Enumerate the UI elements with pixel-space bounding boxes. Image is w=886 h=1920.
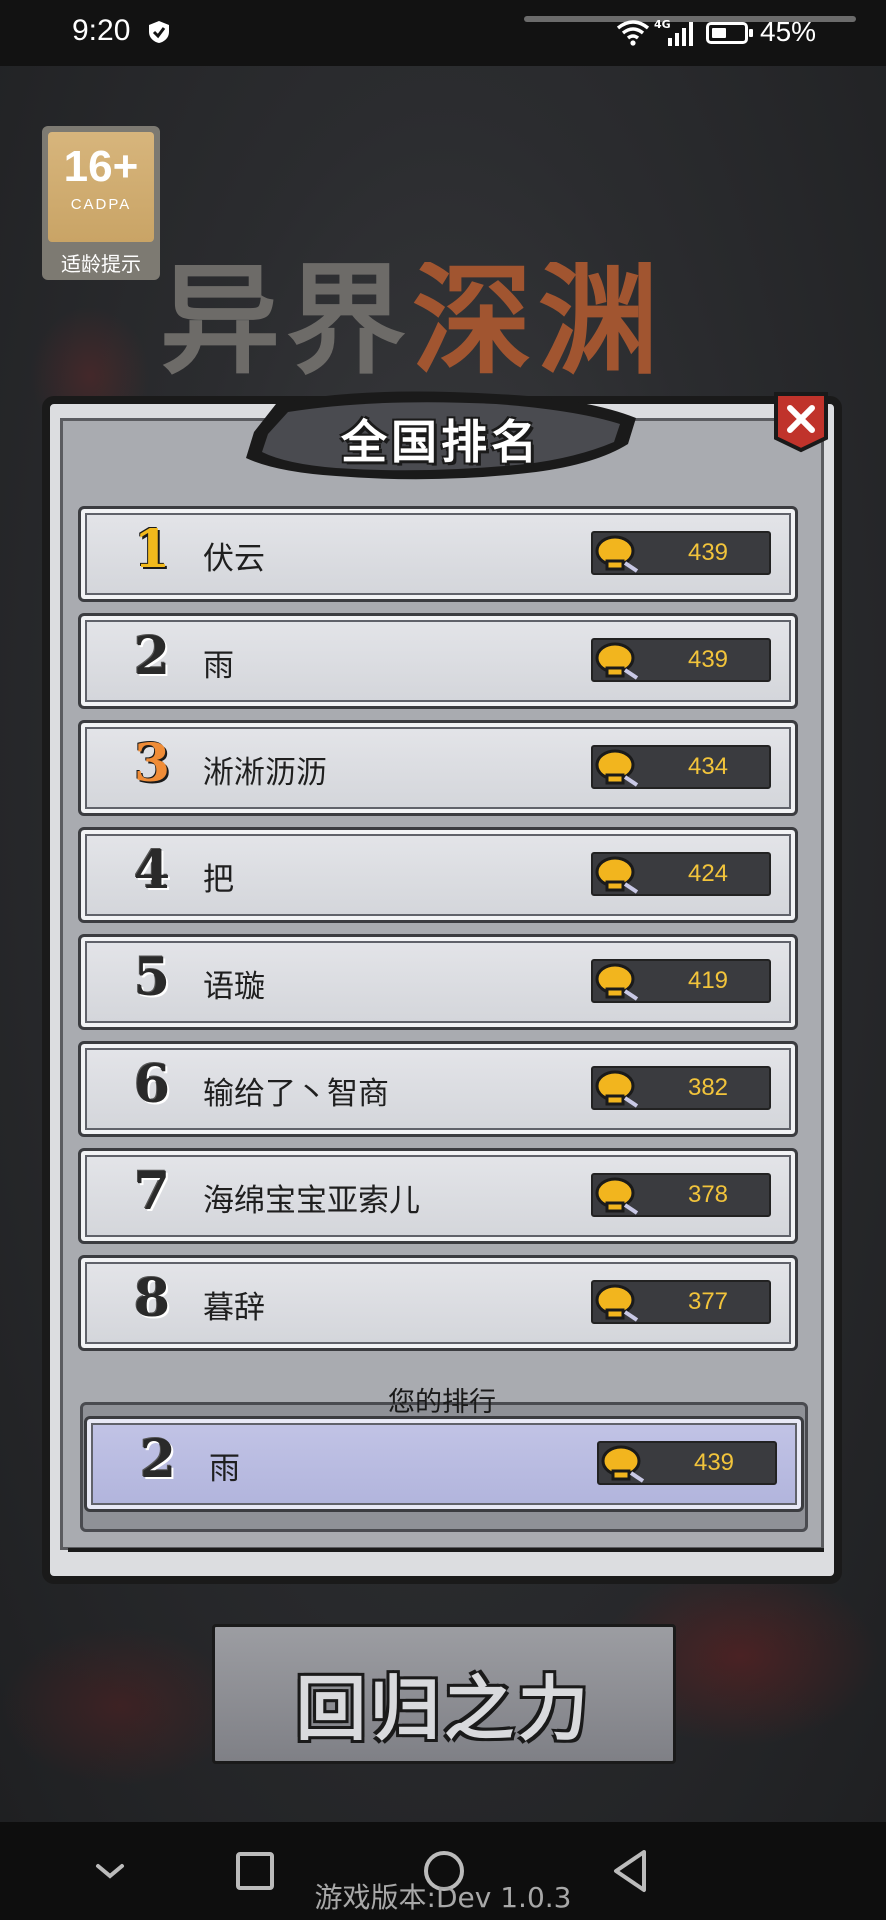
leaderboard-row[interactable]: 6 输给了丶智商 382: [78, 1041, 798, 1137]
score-box: 377: [591, 1280, 771, 1324]
wifi-icon: [616, 20, 650, 46]
score-box: 439: [597, 1441, 777, 1485]
rank-number: 8: [133, 1268, 171, 1329]
your-rank-label: 您的排行: [388, 1387, 496, 1418]
player-score: 377: [687, 1288, 729, 1315]
leaderboard-row[interactable]: 1 伏云 439: [78, 506, 798, 602]
trophy-icon: [595, 856, 639, 894]
trophy-icon: [595, 1284, 639, 1322]
your-rank-row[interactable]: 2 雨 439: [84, 1416, 804, 1512]
rank-number: 3: [133, 733, 171, 794]
player-name: 把: [203, 862, 234, 898]
player-score: 378: [687, 1181, 729, 1208]
rank-number: 5: [133, 947, 171, 1008]
panel-title: 全国排名: [341, 415, 541, 469]
trophy-icon: [601, 1445, 645, 1483]
trophy-icon: [595, 963, 639, 1001]
rank-number: 4: [133, 840, 171, 901]
player-name: 海绵宝宝亚索儿: [203, 1183, 420, 1219]
rank-number: 6: [133, 1054, 171, 1115]
leaderboard-row[interactable]: 2 雨 439: [78, 613, 798, 709]
your-rank-number: 2: [139, 1429, 177, 1490]
game-version: 游戏版本:Dev 1.0.3: [314, 1881, 572, 1914]
leaderboard-row[interactable]: 3 淅淅沥沥 434: [78, 720, 798, 816]
score-box: 439: [591, 638, 771, 682]
player-name: 淅淅沥沥: [203, 755, 327, 791]
score-box: 439: [591, 531, 771, 575]
trophy-icon: [595, 749, 639, 787]
rank-number: 7: [133, 1161, 171, 1222]
age-hint: 适龄提示: [61, 252, 141, 276]
game-title-part1: 异界: [160, 262, 412, 382]
signal-icon: [668, 22, 693, 46]
leaderboard-row[interactable]: 5 语璇 419: [78, 934, 798, 1030]
score-box: 378: [591, 1173, 771, 1217]
game-title-part2: 深渊: [412, 262, 664, 382]
close-x-icon: [774, 392, 828, 453]
score-box: 382: [591, 1066, 771, 1110]
battery-icon: [706, 22, 753, 44]
score-box: 434: [591, 745, 771, 789]
player-score: 439: [687, 646, 729, 673]
player-name: 语璇: [203, 969, 265, 1005]
score-box: 419: [591, 959, 771, 1003]
status-bar: 9:20 4G 45%: [0, 0, 886, 66]
score-box: 424: [591, 852, 771, 896]
clock: 9:20: [72, 14, 131, 47]
battery-percent: 45%: [760, 16, 817, 47]
age-rating-badge: 16+ CADPA 适龄提示: [42, 126, 160, 280]
leaderboard-row[interactable]: 8 暮辞 377: [78, 1255, 798, 1351]
player-name: 暮辞: [203, 1290, 265, 1326]
player-score: 382: [687, 1074, 729, 1101]
trophy-icon: [595, 535, 639, 573]
your-rank-name: 雨: [209, 1451, 240, 1487]
panel-divider: [68, 1548, 824, 1570]
leaderboard-row[interactable]: 7 海绵宝宝亚索儿 378: [78, 1148, 798, 1244]
player-score: 434: [687, 753, 729, 780]
return-power-button[interactable]: 回归之力: [212, 1624, 676, 1764]
player-name: 伏云: [203, 541, 265, 577]
trophy-icon: [595, 1177, 639, 1215]
trophy-icon: [595, 1070, 639, 1108]
rank-number: 2: [133, 626, 171, 687]
player-name: 雨: [203, 648, 234, 684]
panel-header-banner: 全国排名: [236, 384, 646, 488]
shield-check-icon: [149, 21, 169, 43]
your-rank-score: 439: [693, 1449, 735, 1476]
age-rating: 16+: [63, 142, 139, 191]
player-name: 输给了丶智商: [203, 1076, 389, 1112]
rank-number: 1: [133, 519, 171, 580]
leaderboard-row[interactable]: 4 把 424: [78, 827, 798, 923]
player-score: 439: [687, 539, 729, 566]
player-score: 424: [687, 860, 729, 887]
close-button[interactable]: [772, 390, 830, 454]
player-score: 419: [687, 967, 729, 994]
game-title-logo: 异界深渊: [160, 262, 760, 382]
trophy-icon: [595, 642, 639, 680]
return-power-label: 回归之力: [296, 1668, 592, 1750]
